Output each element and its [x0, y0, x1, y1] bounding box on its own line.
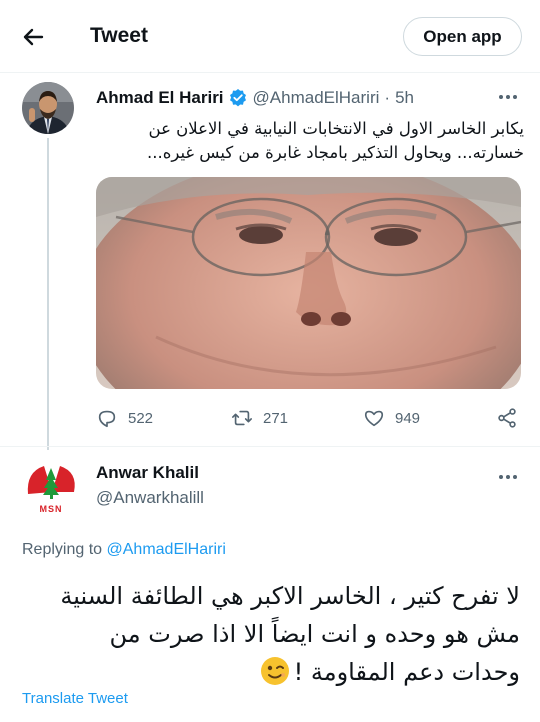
- svg-text:MSN: MSN: [40, 504, 63, 514]
- reply-author-handle[interactable]: @Anwarkhalill: [96, 488, 204, 508]
- tweet-text-line: يكابر الخاسر الاول في الانتخابات النيابي…: [148, 119, 524, 138]
- tweet-text: يكابر الخاسر الاول في الانتخابات النيابي…: [96, 117, 524, 165]
- tweet-handle[interactable]: @AhmadElHariri: [253, 88, 380, 108]
- share-action[interactable]: [496, 404, 528, 432]
- reply-count: 522: [128, 409, 154, 427]
- like-count: 949: [395, 409, 421, 427]
- header-divider: [0, 72, 540, 73]
- retweet-count: 271: [263, 409, 289, 427]
- avatar-ahmad[interactable]: [22, 82, 74, 134]
- more-icon[interactable]: [494, 466, 522, 488]
- avatar-anwar[interactable]: MSN: [22, 458, 80, 516]
- meta-separator: ·: [384, 88, 391, 107]
- top-bar: Tweet Open app: [0, 0, 540, 72]
- more-icon[interactable]: [494, 86, 522, 108]
- reply-action[interactable]: 522: [96, 404, 153, 432]
- reply-text-line-last: وحدات دعم المقاومة !: [30, 653, 520, 691]
- share-icon: [498, 408, 516, 428]
- reply-text-line: وحدات دعم المقاومة !: [293, 658, 520, 686]
- like-action[interactable]: 949: [363, 404, 420, 432]
- like-icon: [364, 410, 384, 427]
- thread-connector-line: [47, 138, 49, 450]
- replying-to-link[interactable]: @AhmadElHariri: [107, 541, 226, 558]
- tweet-timestamp[interactable]: 5h: [395, 88, 414, 108]
- tweet-author-name[interactable]: Ahmad El Hariri: [96, 88, 224, 108]
- reply-icon: [98, 410, 116, 428]
- replying-to-row: Replying to @AhmadElHariri: [22, 541, 226, 559]
- retweet-icon: [232, 410, 252, 426]
- reply-text-line: لا تفرح كتير ، الخاسر الاكبر هي الطائفة …: [60, 582, 520, 610]
- tweet-text-line: خسارته... ويحاول التذكير بامجاد غابرة من…: [146, 143, 524, 162]
- actions-divider: [0, 446, 540, 447]
- tweet-author-row: Ahmad El Hariri @AhmadElHariri · 5h: [96, 86, 414, 110]
- reply-author-name[interactable]: Anwar Khalil: [96, 463, 199, 483]
- tweet-photo[interactable]: [96, 177, 521, 389]
- back-arrow-icon[interactable]: [18, 22, 48, 52]
- reply-text: لا تفرح كتير ، الخاسر الاكبر هي الطائفة …: [30, 577, 520, 691]
- reply-text-line: مش هو وحده و انت ايضاً الا اذا صرت من: [109, 620, 520, 648]
- tweet-actions: 522 271 949: [96, 404, 526, 432]
- verified-badge-icon: [228, 88, 248, 108]
- translate-tweet-link[interactable]: Translate Tweet: [22, 690, 128, 707]
- page-title: Tweet: [90, 24, 148, 47]
- open-app-button[interactable]: Open app: [403, 17, 522, 56]
- retweet-action[interactable]: 271: [231, 404, 288, 432]
- replying-to-label: Replying to: [22, 541, 103, 558]
- wink-emoji-icon: [260, 656, 290, 686]
